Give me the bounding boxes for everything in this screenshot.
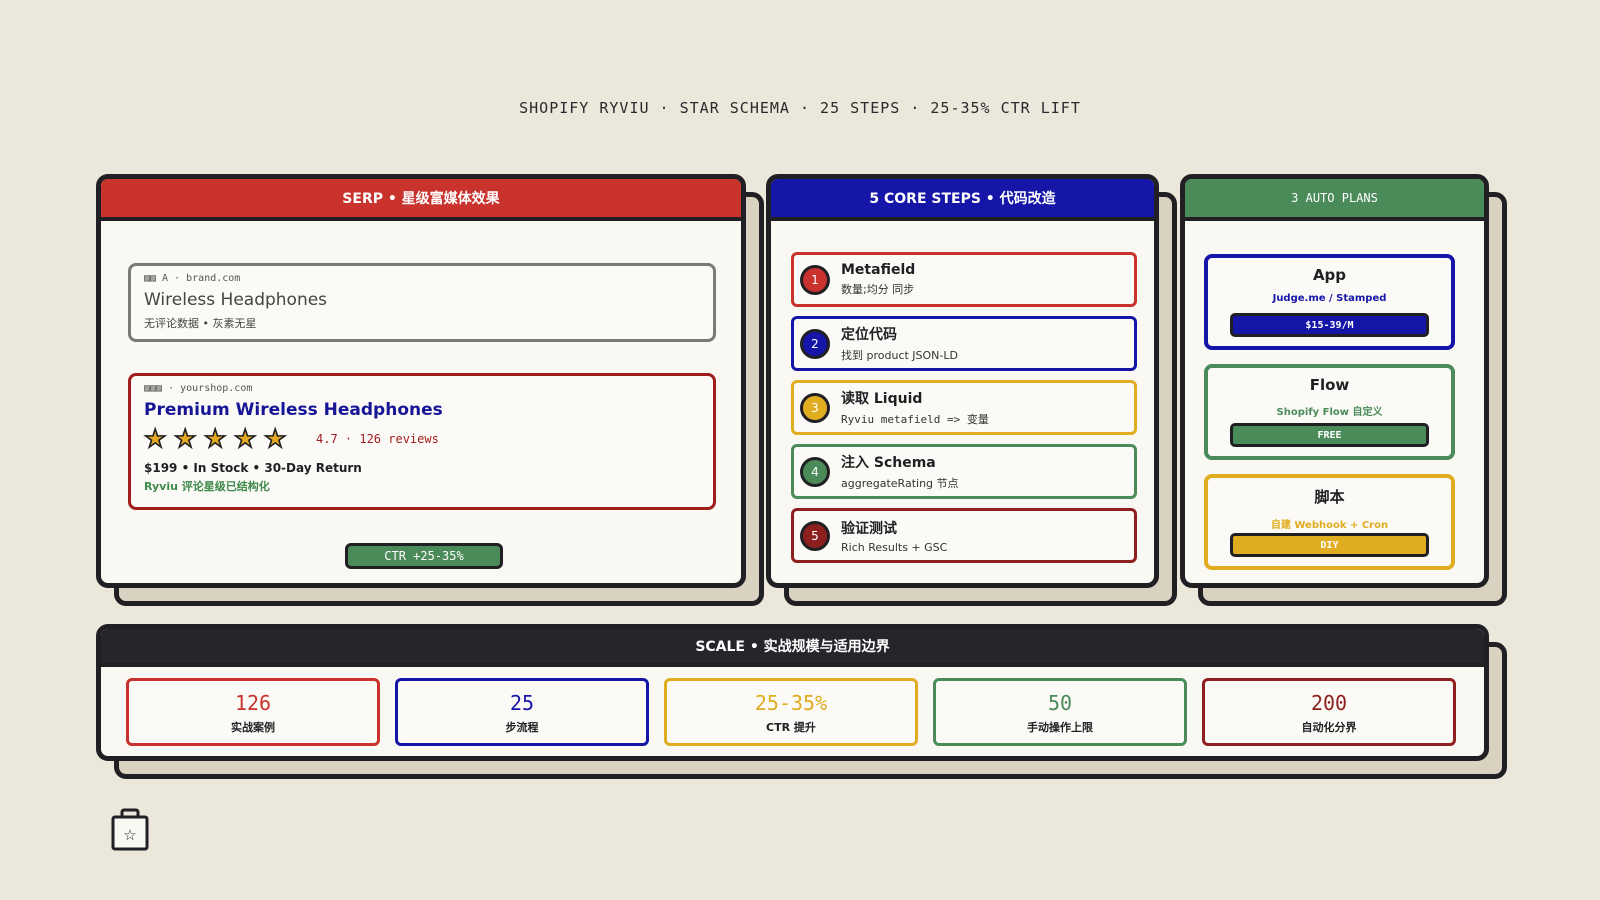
plan-name: 脚本 [1314,488,1345,506]
step-sub: 找到 product JSON-LD [841,349,958,362]
plan-desc: 自建 Webhook + Cron [1270,520,1389,531]
step-sub: Ryviu metafield => 变量 [841,413,989,426]
plan-card-flow[interactable]: Flow Shopify Flow 自定义 FREE [1204,364,1455,460]
ctr-badge: CTR +25-35% [345,543,503,569]
star-rating: ★ ★ ★ ★ ★ 4.7 · 126 reviews [143,424,700,453]
step-number: 3 [800,392,830,423]
plan-desc: Judge.me / Stamped [1272,293,1387,304]
stat-card: 126 实战案例 [126,678,380,746]
plan-name: Flow [1309,376,1350,394]
step-number: 1 [800,264,830,295]
step-item[interactable]: 5 验证测试 Rich Results + GSC [791,508,1137,563]
serp-plain-sub: 无评论数据 • 灰素无星 [144,317,257,330]
svg-text:☆: ☆ [123,826,136,844]
stat-label: 自动化分界 [1301,721,1357,734]
stat-value: 25-35% [754,691,828,715]
step-item[interactable]: 3 读取 Liquid Ryviu metafield => 变量 [791,380,1137,435]
shopping-bag-star-icon: ☆ [111,808,149,856]
plan-card-script[interactable]: 脚本 自建 Webhook + Cron DIY [1204,474,1455,570]
step-title: Metafield [841,262,916,278]
stat-card: 200 自动化分界 [1202,678,1456,746]
stat-label: 实战案例 [231,721,275,734]
step-sub: aggregateRating 节点 [841,477,959,490]
stat-card: 25 步流程 [395,678,649,746]
step-title: 验证测试 [841,520,897,537]
plans-panel-header: 3 AUTO PLANS [1185,179,1484,221]
serp-panel-header: SERP • 星级富媒体效果 [101,179,741,221]
star-icon: ★ [233,424,257,453]
step-title: 定位代码 [841,327,897,343]
star-icon: ★ [143,424,167,453]
steps-panel: 5 CORE STEPS • 代码改造 1 Metafield 数量;均分 同步… [766,174,1177,606]
plan-card-app[interactable]: App Judge.me / Stamped $15-39/M [1204,254,1455,350]
stat-card: 25-35% CTR 提升 [664,678,918,746]
stat-value: 126 [234,691,272,715]
plan-price: FREE [1230,423,1429,447]
step-title: 读取 Liquid [841,391,923,407]
plan-desc: Shopify Flow 自定义 [1276,407,1383,418]
star-icon: ★ [173,424,197,453]
stat-value: 200 [1310,691,1348,715]
serp-plain-title[interactable]: Wireless Headphones [144,290,700,310]
step-number: 2 [800,328,830,359]
stat-label: 手动操作上限 [1027,721,1093,734]
plans-panel: 3 AUTO PLANS App Judge.me / Stamped $15-… [1180,174,1507,606]
stat-value: 50 [1047,691,1073,715]
plan-price: DIY [1230,533,1429,557]
serp-panel-card: SERP • 星级富媒体效果 ▨▨ A · brand.com Wireless… [96,174,746,588]
serp-rich-title[interactable]: Premium Wireless Headphones [144,400,700,420]
price-line: $199 • In Stock • 30-Day Return [144,461,362,475]
serp-result-rich[interactable]: ▨▨▨ · yourshop.com Premium Wireless Head… [128,373,716,510]
page-headline: SHOPIFY RYVIU · STAR SCHEMA · 25 STEPS ·… [519,99,1081,117]
step-title: 注入 Schema [841,455,936,471]
stat-value: 25 [509,691,535,715]
serp-result-plain[interactable]: ▨▨ A · brand.com Wireless Headphones 无评论… [128,263,716,342]
structured-note: Ryviu 评论星级已结构化 [144,480,270,493]
plan-price: $15-39/M [1230,313,1429,337]
scale-panel: SCALE • 实战规模与适用边界 126 实战案例 25 步流程 25-35%… [96,624,1507,779]
step-item[interactable]: 1 Metafield 数量;均分 同步 [791,252,1137,307]
step-item[interactable]: 2 定位代码 找到 product JSON-LD [791,316,1137,371]
rating-text: 4.7 · 126 reviews [316,432,439,446]
star-icon: ★ [203,424,227,453]
serp-plain-url: ▨▨ A · brand.com [144,273,241,284]
steps-panel-card: 5 CORE STEPS • 代码改造 1 Metafield 数量;均分 同步… [766,174,1159,588]
step-number: 5 [800,520,830,551]
step-item[interactable]: 4 注入 Schema aggregateRating 节点 [791,444,1137,499]
stat-label: 步流程 [505,721,539,734]
serp-rich-url: ▨▨▨ · yourshop.com [144,383,253,394]
plan-name: App [1312,266,1347,284]
stat-card: 50 手动操作上限 [933,678,1187,746]
stat-label: CTR 提升 [766,721,816,734]
star-icon: ★ [263,424,287,453]
scale-panel-card: SCALE • 实战规模与适用边界 126 实战案例 25 步流程 25-35%… [96,624,1489,761]
step-sub: Rich Results + GSC [841,540,948,554]
step-sub: 数量;均分 同步 [841,283,915,296]
steps-panel-header: 5 CORE STEPS • 代码改造 [771,179,1154,221]
scale-panel-header: SCALE • 实战规模与适用边界 [101,629,1484,667]
plans-panel-card: 3 AUTO PLANS App Judge.me / Stamped $15-… [1180,174,1489,588]
serp-panel: SERP • 星级富媒体效果 ▨▨ A · brand.com Wireless… [96,174,764,606]
step-number: 4 [800,456,830,487]
